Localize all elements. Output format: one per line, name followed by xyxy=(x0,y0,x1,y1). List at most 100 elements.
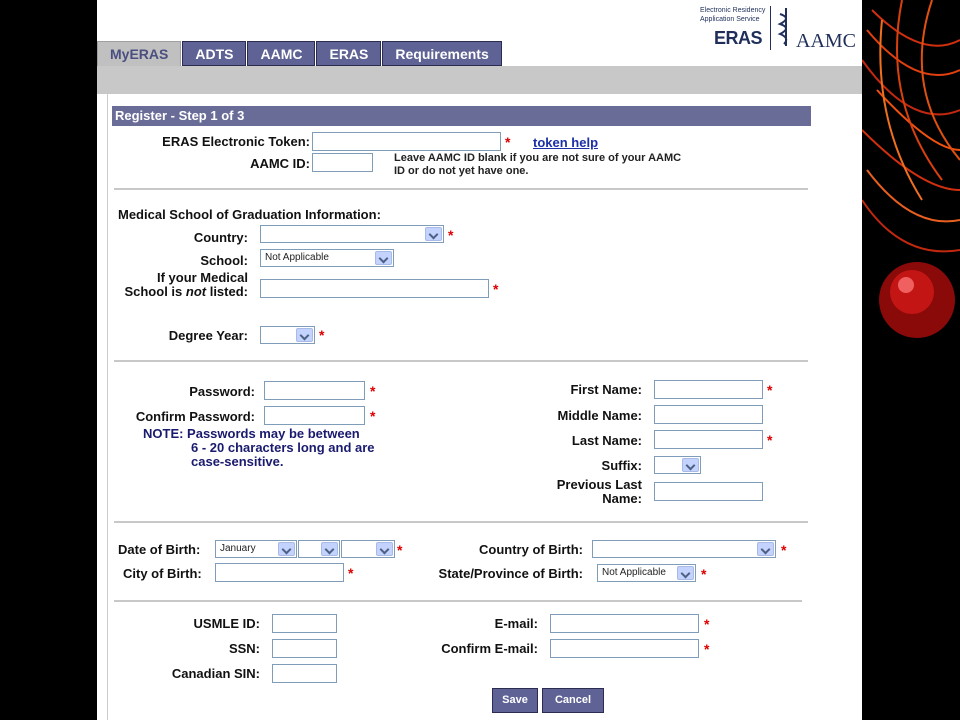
logo-line-2: Application Service xyxy=(700,16,760,23)
dob-month-value: January xyxy=(220,543,256,554)
confirm-password-input[interactable] xyxy=(264,406,365,425)
confirm-email-input[interactable] xyxy=(550,639,699,658)
degree-year-select[interactable] xyxy=(260,326,315,344)
chevron-down-icon xyxy=(757,542,774,556)
school-select[interactable]: Not Applicable xyxy=(260,249,394,267)
eras-token-input[interactable] xyxy=(312,132,501,151)
top-bar: Electronic Residency Application Service… xyxy=(97,0,862,66)
dob-day-select[interactable] xyxy=(298,540,340,558)
password-note-line-1: NOTE: Passwords may be between xyxy=(143,426,360,441)
chevron-down-icon xyxy=(376,542,393,556)
chevron-down-icon xyxy=(321,542,338,556)
previous-last-name-input[interactable] xyxy=(654,482,763,501)
required-mark: * xyxy=(397,542,403,558)
eras-aamc-logo: Electronic Residency Application Service… xyxy=(696,4,856,54)
not-listed-label-line-2: School is not listed: xyxy=(118,285,248,299)
chevron-down-icon xyxy=(296,328,313,342)
previous-last-name-label-line-1: Previous Last xyxy=(556,477,642,492)
state-of-birth-label: State/Province of Birth: xyxy=(438,566,583,581)
divider xyxy=(114,521,808,523)
city-of-birth-input[interactable] xyxy=(215,563,344,582)
required-mark: * xyxy=(348,565,354,581)
last-name-label: Last Name: xyxy=(571,433,642,448)
country-of-birth-select[interactable] xyxy=(592,540,776,558)
aamc-id-note: Leave AAMC ID blank if you are not sure … xyxy=(394,152,682,177)
logo-line-1: Electronic Residency xyxy=(700,7,766,14)
state-of-birth-select[interactable]: Not Applicable xyxy=(597,564,696,582)
ssn-label: SSN: xyxy=(228,641,260,656)
divider xyxy=(114,360,808,362)
required-mark: * xyxy=(319,327,325,343)
country-label: Country: xyxy=(193,230,248,245)
required-mark: * xyxy=(370,408,376,424)
password-note-line-2: 6 - 20 characters long and are xyxy=(191,440,375,455)
suffix-label: Suffix: xyxy=(601,458,642,473)
school-label: School: xyxy=(200,253,248,268)
canadian-sin-input[interactable] xyxy=(272,664,337,683)
required-mark: * xyxy=(781,542,787,558)
last-name-input[interactable] xyxy=(654,430,763,449)
required-mark: * xyxy=(767,382,773,398)
country-of-birth-label: Country of Birth: xyxy=(479,542,583,557)
required-mark: * xyxy=(505,134,511,150)
email-input[interactable] xyxy=(550,614,699,633)
decorative-background xyxy=(862,0,960,720)
school-select-value: Not Applicable xyxy=(265,252,329,263)
tab-aamc[interactable]: AAMC xyxy=(247,41,316,66)
first-name-label: First Name: xyxy=(570,382,642,397)
form-header: Register - Step 1 of 3 xyxy=(112,106,811,126)
confirm-email-label: Confirm E-mail: xyxy=(441,641,538,656)
not-listed-label: If your Medical School is not listed: xyxy=(118,271,248,299)
required-mark: * xyxy=(767,432,773,448)
tab-adts[interactable]: ADTS xyxy=(182,41,247,66)
suffix-select[interactable] xyxy=(654,456,701,474)
required-mark: * xyxy=(370,383,376,399)
chevron-down-icon xyxy=(375,251,392,265)
tab-myeras[interactable]: MyERAS xyxy=(97,41,182,66)
state-of-birth-value: Not Applicable xyxy=(602,567,666,578)
degree-year-label: Degree Year: xyxy=(168,328,248,343)
previous-last-name-label: Previous Last Name: xyxy=(508,478,642,506)
tab-eras[interactable]: ERAS xyxy=(316,41,382,66)
chevron-down-icon xyxy=(677,566,694,580)
sub-nav-bar xyxy=(97,66,862,94)
not-listed-label-line-1: If your Medical xyxy=(156,270,248,285)
divider xyxy=(114,188,808,190)
token-help-link[interactable]: token help xyxy=(533,135,598,150)
aamc-id-label: AAMC ID: xyxy=(250,156,310,171)
dob-label: Date of Birth: xyxy=(118,542,201,557)
password-input[interactable] xyxy=(264,381,365,400)
logo-eras: ERAS xyxy=(714,28,763,48)
required-mark: * xyxy=(493,281,499,297)
chevron-down-icon xyxy=(278,542,295,556)
password-note-line-3: case-sensitive. xyxy=(191,454,284,469)
registration-form: Register - Step 1 of 3 ERAS Electronic T… xyxy=(107,94,862,720)
not-listed-label-part-c: listed: xyxy=(206,284,248,299)
confirm-password-label: Confirm Password: xyxy=(135,409,255,424)
med-school-heading: Medical School of Graduation Information… xyxy=(118,207,381,222)
token-label: ERAS Electronic Token: xyxy=(162,134,310,149)
not-listed-label-part-a: School is xyxy=(124,284,186,299)
first-name-input[interactable] xyxy=(654,380,763,399)
tab-requirements[interactable]: Requirements xyxy=(382,41,502,66)
page: Electronic Residency Application Service… xyxy=(97,0,862,720)
aamc-id-input[interactable] xyxy=(312,153,373,172)
divider xyxy=(114,600,802,602)
middle-name-input[interactable] xyxy=(654,405,763,424)
country-select[interactable] xyxy=(260,225,444,243)
usmle-id-input[interactable] xyxy=(272,614,337,633)
school-not-listed-input[interactable] xyxy=(260,279,489,298)
ssn-input[interactable] xyxy=(272,639,337,658)
dob-year-select[interactable] xyxy=(341,540,395,558)
password-label: Password: xyxy=(189,384,255,399)
logo-divider xyxy=(770,6,771,50)
chevron-down-icon xyxy=(682,458,699,472)
cancel-button[interactable]: Cancel xyxy=(542,688,604,713)
dob-month-select[interactable]: January xyxy=(215,540,297,558)
save-button[interactable]: Save xyxy=(492,688,538,713)
required-mark: * xyxy=(701,566,707,582)
caduceus-icon xyxy=(776,6,796,51)
main-tabs: MyERAS ADTS AAMC ERAS Requirements xyxy=(97,41,503,66)
usmle-id-label: USMLE ID: xyxy=(193,616,260,631)
city-of-birth-label: City of Birth: xyxy=(123,566,202,581)
